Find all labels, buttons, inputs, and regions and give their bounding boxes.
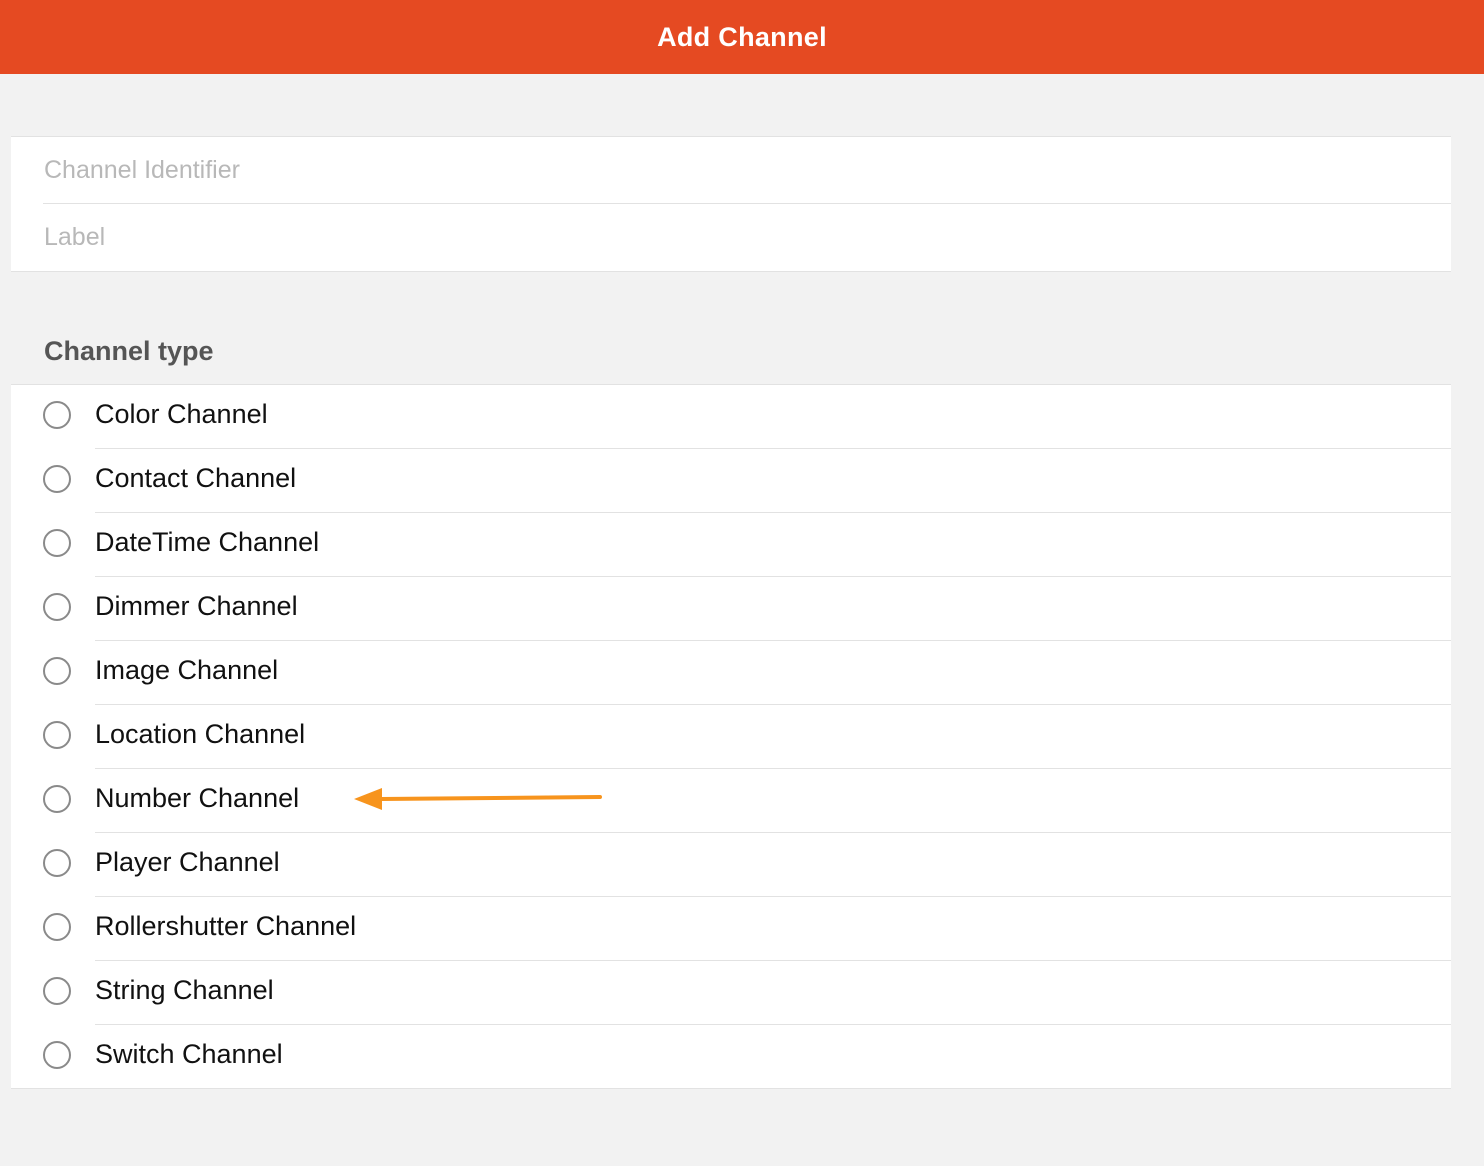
channel-type-heading: Channel type (44, 336, 214, 366)
option-location-channel[interactable]: Location Channel (11, 705, 1451, 769)
radio-button-icon[interactable] (43, 657, 71, 685)
arrow-left-icon (354, 788, 602, 810)
option-label: Location Channel (95, 719, 306, 749)
option-player-channel[interactable]: Player Channel (11, 833, 1451, 897)
radio-button-icon[interactable] (43, 529, 71, 557)
nav-header: Add Channel (0, 0, 1484, 74)
channel-fields-card (11, 136, 1451, 272)
option-label: String Channel (95, 975, 274, 1005)
option-label: Number Channel (95, 783, 300, 813)
channel-type-list: Color Channel Contact Channel DateTime C… (11, 384, 1451, 1089)
option-switch-channel[interactable]: Switch Channel (11, 1025, 1451, 1089)
arrow-shaft (376, 795, 602, 801)
option-string-channel[interactable]: String Channel (11, 961, 1451, 1025)
radio-button-icon[interactable] (43, 721, 71, 749)
label-input[interactable] (44, 204, 1424, 271)
option-label: Image Channel (95, 655, 279, 685)
option-label: Color Channel (95, 399, 268, 429)
radio-button-icon[interactable] (43, 1041, 71, 1069)
option-number-channel[interactable]: Number Channel (11, 769, 1451, 833)
arrow-head (354, 788, 382, 810)
radio-button-icon[interactable] (43, 785, 71, 813)
radio-button-icon[interactable] (43, 593, 71, 621)
option-label: Switch Channel (95, 1039, 283, 1069)
option-dimmer-channel[interactable]: Dimmer Channel (11, 577, 1451, 641)
radio-button-icon[interactable] (43, 913, 71, 941)
radio-button-icon[interactable] (43, 401, 71, 429)
page-title: Add Channel (657, 21, 827, 52)
option-color-channel[interactable]: Color Channel (11, 385, 1451, 449)
option-label: Rollershutter Channel (95, 911, 357, 941)
option-contact-channel[interactable]: Contact Channel (11, 449, 1451, 513)
label-row (11, 204, 1451, 271)
option-label: Contact Channel (95, 463, 297, 493)
channel-identifier-row (11, 137, 1451, 204)
radio-button-icon[interactable] (43, 849, 71, 877)
radio-button-icon[interactable] (43, 977, 71, 1005)
option-image-channel[interactable]: Image Channel (11, 641, 1451, 705)
channel-identifier-input[interactable] (44, 137, 1424, 204)
option-label: Dimmer Channel (95, 591, 298, 621)
radio-button-icon[interactable] (43, 465, 71, 493)
option-label: DateTime Channel (95, 527, 320, 557)
option-rollershutter-channel[interactable]: Rollershutter Channel (11, 897, 1451, 961)
option-datetime-channel[interactable]: DateTime Channel (11, 513, 1451, 577)
option-label: Player Channel (95, 847, 280, 877)
